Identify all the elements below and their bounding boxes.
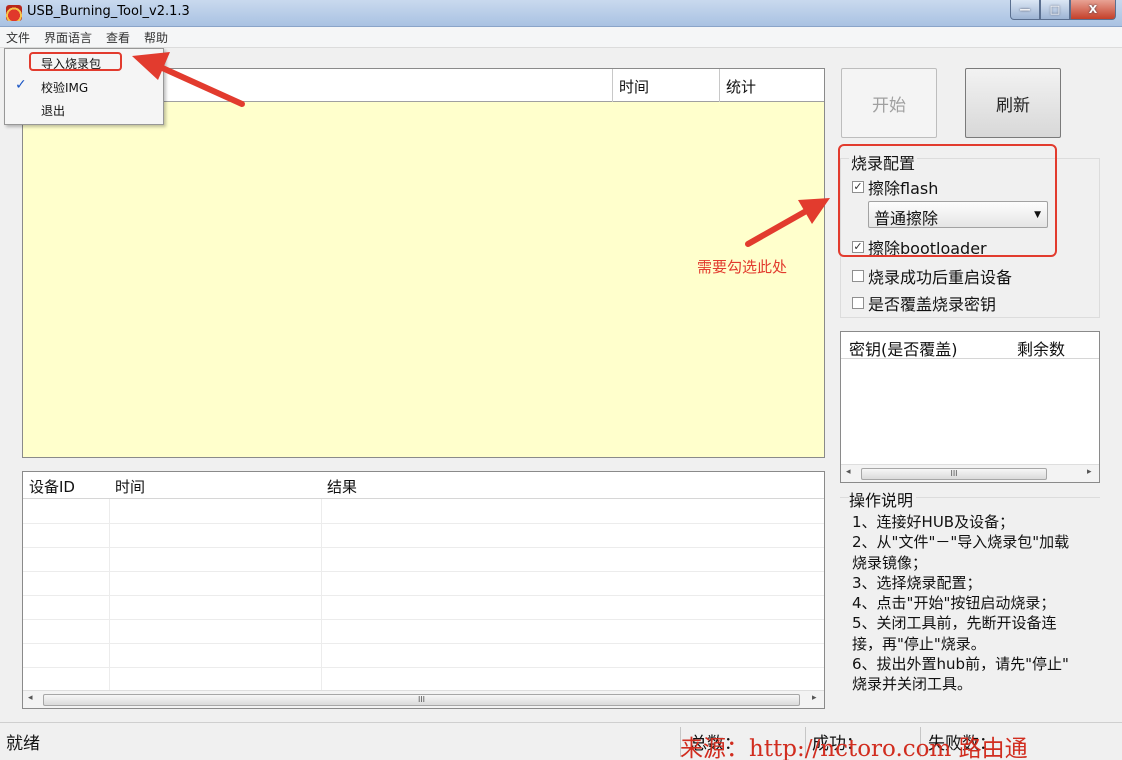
source-watermark: 来源：http://nctoro.com 路由通 <box>680 736 1028 760</box>
arrow-icon <box>745 198 830 247</box>
annotation-arrows <box>132 52 830 247</box>
arrow-icon <box>132 52 245 107</box>
